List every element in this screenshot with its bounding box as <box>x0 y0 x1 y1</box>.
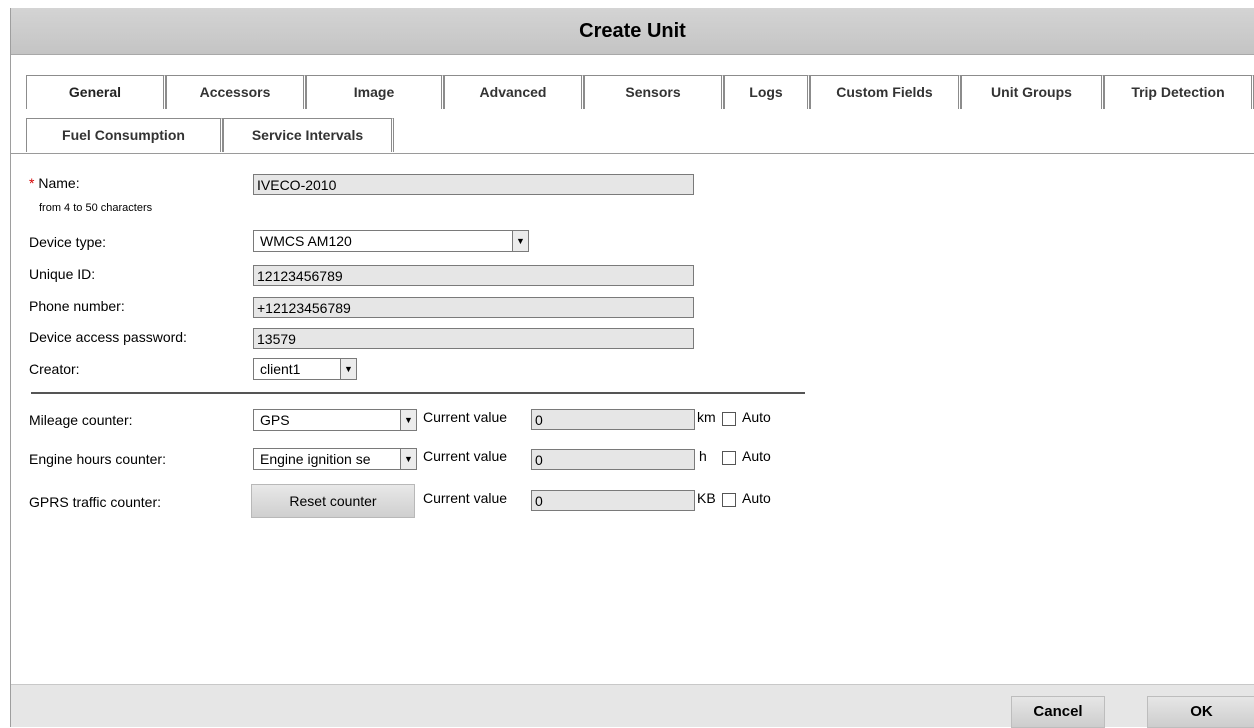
create-unit-dialog: Create Unit General Accessors Image Adva… <box>10 8 1254 728</box>
tab-service-intervals[interactable]: Service Intervals <box>223 118 394 152</box>
tab-general[interactable]: General <box>26 75 166 109</box>
tab-accessors[interactable]: Accessors <box>166 75 306 109</box>
mileage-current-value-label: Current value <box>423 409 508 425</box>
engine-hours-type-value: Engine ignition se <box>260 451 371 467</box>
name-label-text: Name: <box>38 175 80 191</box>
engine-hours-current-value-label: Current value <box>423 448 508 464</box>
tab-fuel-consumption[interactable]: Fuel Consumption <box>26 118 223 152</box>
dialog-footer: Cancel OK <box>11 684 1254 728</box>
gprs-current-value-input[interactable] <box>531 490 695 511</box>
mileage-auto-label: Auto <box>742 409 771 425</box>
device-password-input[interactable] <box>253 328 694 349</box>
chevron-down-icon[interactable]: ▼ <box>340 359 356 379</box>
reset-counter-button[interactable]: Reset counter <box>251 484 415 518</box>
chevron-down-icon[interactable]: ▼ <box>400 410 416 430</box>
tab-unit-groups[interactable]: Unit Groups <box>961 75 1104 109</box>
gprs-traffic-counter-label: GPRS traffic counter: <box>29 494 162 510</box>
device-type-select[interactable]: WMCS AM120 ▼ <box>253 230 529 252</box>
tab-divider <box>11 153 1254 154</box>
name-hint: from 4 to 50 characters <box>39 202 153 214</box>
engine-hours-unit: h <box>699 448 707 464</box>
mileage-type-select[interactable]: GPS ▼ <box>253 409 417 431</box>
phone-number-input[interactable] <box>253 297 694 318</box>
required-mark: * <box>29 175 35 191</box>
mileage-auto-checkbox[interactable] <box>722 412 736 426</box>
creator-label: Creator: <box>29 361 80 377</box>
engine-hours-auto-label: Auto <box>742 448 771 464</box>
device-type-label: Device type: <box>29 234 107 250</box>
device-type-value: WMCS AM120 <box>260 233 352 249</box>
tab-advanced[interactable]: Advanced <box>444 75 584 109</box>
section-divider <box>31 392 805 394</box>
chevron-down-icon[interactable]: ▼ <box>512 231 528 251</box>
mileage-counter-label: Mileage counter: <box>29 412 133 428</box>
engine-hours-type-select[interactable]: Engine ignition se ▼ <box>253 448 417 470</box>
mileage-type-value: GPS <box>260 412 290 428</box>
unique-id-input[interactable] <box>253 265 694 286</box>
tab-logs[interactable]: Logs <box>724 75 810 109</box>
chevron-down-icon[interactable]: ▼ <box>400 449 416 469</box>
creator-select[interactable]: client1 ▼ <box>253 358 357 380</box>
engine-hours-counter-label: Engine hours counter: <box>29 451 166 467</box>
gprs-auto-label: Auto <box>742 490 771 506</box>
tab-trip-detection[interactable]: Trip Detection <box>1104 75 1254 109</box>
tab-image[interactable]: Image <box>306 75 444 109</box>
device-password-label: Device access password: <box>29 329 187 345</box>
tab-bar: General Accessors Image Advanced Sensors… <box>11 55 1254 165</box>
gprs-auto-checkbox[interactable] <box>722 493 736 507</box>
tab-sensors[interactable]: Sensors <box>584 75 724 109</box>
unique-id-label: Unique ID: <box>29 266 96 282</box>
cancel-button[interactable]: Cancel <box>1011 696 1105 728</box>
creator-value: client1 <box>260 361 301 377</box>
ok-button[interactable]: OK <box>1147 696 1254 728</box>
tab-custom-fields[interactable]: Custom Fields <box>810 75 961 109</box>
name-input[interactable] <box>253 174 694 195</box>
engine-hours-auto-checkbox[interactable] <box>722 451 736 465</box>
name-label: * Name: <box>29 175 80 191</box>
gprs-unit: KB <box>697 490 716 506</box>
gprs-current-value-label: Current value <box>423 490 508 506</box>
mileage-unit: km <box>697 409 716 425</box>
dialog-title: Create Unit <box>11 8 1254 55</box>
mileage-current-value-input[interactable] <box>531 409 695 430</box>
phone-number-label: Phone number: <box>29 298 125 314</box>
engine-hours-current-value-input[interactable] <box>531 449 695 470</box>
